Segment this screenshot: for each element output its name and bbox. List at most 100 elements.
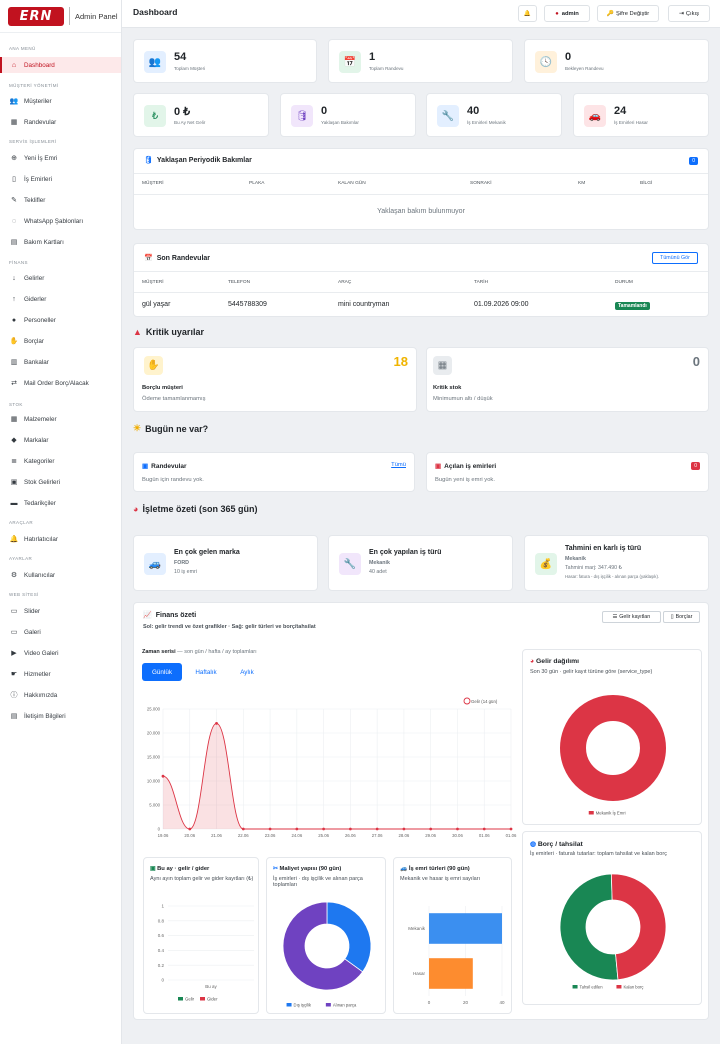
data-point (482, 827, 486, 831)
sidebar-item-i-letişim-bilgileri[interactable]: ▤ İletişim Bilgileri (0, 708, 121, 724)
debts-button[interactable]: ▯ Borçlar (663, 611, 700, 623)
finance-card: 📈 Finans özeti Sol: gelir trendi ve özet … (133, 602, 709, 1020)
sidebar-item-label: WhatsApp Şablonları (24, 217, 84, 225)
sidebar-item-gelirler[interactable]: ↓ Gelirler (0, 270, 121, 286)
sidebar-item-stok-gelirleri[interactable]: ▣ Stok Gelirleri (0, 474, 121, 490)
sidebar-item-tedarikçiler[interactable]: ▬ Tedarikçiler (0, 495, 121, 511)
info-icon: ⓘ (10, 692, 18, 699)
stat-value: 1 (369, 51, 376, 63)
debtor-alert-card[interactable]: ✋ 18 Borçlu müşteri Ödeme tamamlanmamış (133, 347, 417, 412)
summary-card-value: Mekanik (369, 560, 390, 566)
donut-slice (560, 695, 666, 801)
summary-card-value: Mekanik (565, 556, 586, 562)
sidebar-item-label: Markalar (24, 436, 49, 444)
sidebar-item-giderler[interactable]: ↑ Giderler (0, 291, 121, 307)
sidebar-item-slider[interactable]: ▭ Slider (0, 603, 121, 619)
income-dist-title-row: ◕ Gelir dağılımı (530, 658, 579, 665)
sidebar-item-whatsapp-şablonları[interactable]: ◌ WhatsApp Şablonları (0, 213, 121, 229)
sidebar-item-galeri[interactable]: ▭ Galeri (0, 624, 121, 640)
stat-label: Yaklaşan Bakımlar (321, 120, 359, 125)
debts-label: Borçlar (675, 614, 693, 620)
critical-stock-card[interactable]: ▦ 0 Kritik stok Minimumun altı / düşük (426, 347, 709, 412)
all-appointments-link[interactable]: Tümü (391, 462, 406, 468)
donut-slice (559, 873, 619, 981)
sidebar-item-yeni-i-ş-emri[interactable]: ⊕ Yeni İş Emri (0, 150, 121, 166)
key-icon: 🔑 (606, 10, 615, 17)
logo[interactable]: ERN (8, 6, 64, 26)
tab-daily[interactable]: Günlük (142, 663, 182, 681)
boxes-icon: ▦ (10, 416, 18, 423)
sidebar-item-video-galeri[interactable]: ▶ Video Galeri (0, 645, 121, 661)
stat-value: 0 ₺ (174, 106, 191, 118)
sidebar-item-müşteriler[interactable]: 👥 Müşteriler (0, 93, 121, 109)
sidebar-item-kullanıcılar[interactable]: ⚙ Kullanıcılar (0, 567, 121, 583)
jobs-subtitle: Mekanik ve hasar iş emri sayıları (400, 876, 481, 882)
nav-section-stock: STOK (9, 402, 23, 407)
x-tick-label: 20 (463, 1000, 469, 1005)
alerts-section-title: ▲ Kritik uyarılar (133, 327, 204, 337)
debt-subtitle: İş emirleri · faturalı tutarlar: toplam … (530, 851, 667, 857)
sidebar-item-hakkımızda[interactable]: ⓘ Hakkımızda (0, 687, 121, 703)
logout-button[interactable]: ⇥ Çıkış (668, 5, 710, 22)
sidebar-item-markalar[interactable]: ◆ Markalar (0, 432, 121, 448)
today-appointments-card: ▣ Randevular Tümü Bugün için randevu yok. (133, 452, 415, 492)
view-all-appointments-button[interactable]: Tümünü Gör (652, 252, 698, 264)
notifications-button[interactable]: 🔔 (518, 5, 537, 22)
divider (134, 173, 708, 174)
logout-label: Çıkış (685, 10, 700, 17)
income-records-button[interactable]: ☰ Gelir kayıtları (602, 611, 661, 623)
appointments-card: 📅 Son Randevular Tümünü Gör MÜŞTERİ TELEF… (133, 243, 709, 317)
sidebar-item-label: Hatırlatıcılar (24, 535, 58, 543)
income-timeseries-chart: 0 5.000 10.000 15.000 20.000 25.000 19.06 20.06… (147, 697, 517, 838)
sidebar-item-label: Kategoriler (24, 457, 55, 465)
tab-monthly[interactable]: Aylık (227, 663, 267, 681)
globe-icon: ◍ (530, 841, 536, 848)
sidebar-item-label: Galeri (24, 628, 41, 636)
income-dist-subtitle: Son 30 gün · gelir kayıt türüne göre (se… (530, 669, 653, 675)
timeseries-label: Zaman serisi (142, 649, 176, 655)
data-point (295, 827, 299, 831)
x-tick-label: 25.06 (318, 833, 329, 838)
sidebar-item-hatırlatıcılar[interactable]: 🔔 Hatırlatıcılar (0, 531, 121, 547)
x-tick-label: 19.06 (158, 833, 169, 838)
sidebar-item-kategoriler[interactable]: ≣ Kategoriler (0, 453, 121, 469)
tab-weekly[interactable]: Haftalık (186, 663, 226, 681)
stat-card-customers: 👥 54 Toplam Müşteri (133, 39, 317, 83)
column-header: TELEFON (228, 280, 251, 285)
status-badge: Tamamlandı (615, 302, 650, 310)
legend-label: Gider (207, 997, 218, 1002)
sidebar-item-hizmetler[interactable]: ☛ Hizmetler (0, 666, 121, 682)
sidebar-item-dashboard[interactable]: ⌂ Dashboard (0, 57, 121, 73)
sidebar-item-borçlar[interactable]: ✋ Borçlar (0, 333, 121, 349)
empty-message: Yaklaşan bakım bulunmuyor (377, 208, 465, 215)
x-tick-label: 01.06 (479, 833, 490, 838)
boxes-icon: ▦ (433, 356, 452, 375)
alert-desc: Minimumun altı / düşük (433, 396, 493, 402)
sidebar-item-bakım-kartları[interactable]: ▤ Bakım Kartları (0, 234, 121, 250)
today-appointments-title: Randevular (151, 462, 187, 470)
cell-phone: 5445788309 (228, 301, 267, 308)
sidebar-item-malzemeler[interactable]: ▦ Malzemeler (0, 411, 121, 427)
summary-section-title: ◕ İşletme özeti (son 365 gün) (133, 504, 257, 514)
sidebar-item-label: Müşteriler (24, 97, 52, 105)
job-types-chart-card: 🚙 İş emri türleri (90 gün) Mekanik ve ha… (393, 857, 512, 1014)
sidebar-item-randevular[interactable]: ▦ Randevular (0, 114, 121, 130)
legend-swatch (463, 697, 471, 705)
sidebar-item-i-ş-emirleri[interactable]: ▯ İş Emirleri (0, 171, 121, 187)
y-tick-label: Mekanik (408, 926, 426, 931)
sidebar-item-personeller[interactable]: ● Personeller (0, 312, 121, 328)
y-tick-label: 25.000 (147, 707, 161, 712)
sidebar-item-mail-order-borç-alacak[interactable]: ⇄ Mail Order Borç/Alacak (0, 375, 121, 391)
income-distribution-card: ◕ Gelir dağılımı Son 30 gün · gelir kayı… (522, 649, 702, 825)
summary-card-title: En çok gelen marka (174, 549, 240, 556)
money-bag-icon: 💰 (535, 553, 557, 575)
user-menu-button[interactable]: ● admin (544, 5, 590, 22)
sidebar-item-bankalar[interactable]: ▥ Bankalar (0, 354, 121, 370)
car-crash-icon: 🚗 (584, 105, 606, 127)
change-password-button[interactable]: 🔑 Şifre Değiştir (597, 5, 659, 22)
stat-label: Toplam Randevu (369, 66, 404, 71)
sidebar-item-teklifler[interactable]: ✎ Teklifler (0, 192, 121, 208)
sidebar-item-label: Stok Gelirleri (24, 478, 61, 486)
finance-header: 📈 Finans özeti (143, 611, 196, 620)
sidebar-item-label: Malzemeler (24, 415, 57, 423)
